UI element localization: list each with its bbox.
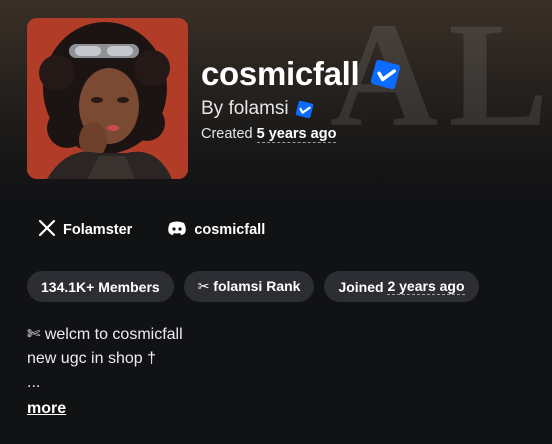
group-description: ✄ welcm to cosmicfall new ugc in shop †..…	[27, 323, 183, 395]
social-link-x[interactable]: Folamster	[38, 219, 132, 241]
discord-icon	[167, 220, 194, 240]
social-link-label: cosmicfall	[194, 222, 266, 238]
joined-value: 2 years ago	[387, 278, 465, 295]
description-line: ✄ welcm to cosmicfall	[27, 326, 183, 343]
owner-verified-badge-icon	[295, 100, 314, 119]
more-link[interactable]: more	[27, 400, 66, 418]
group-name: cosmicfall	[201, 55, 360, 92]
x-icon	[38, 219, 63, 241]
social-links: Folamster cosmicfall	[38, 219, 300, 241]
group-owner[interactable]: By folamsi	[201, 98, 289, 120]
members-count-pill[interactable]: 134.1K+ Members	[27, 271, 174, 302]
rank-label: ✂ folamsi Rank	[197, 278, 301, 294]
description-line: ...	[27, 374, 41, 391]
group-icon	[27, 18, 188, 179]
rank-pill[interactable]: ✂ folamsi Rank	[183, 271, 315, 302]
created-label: Created	[201, 126, 253, 142]
social-link-label: Folamster	[63, 222, 133, 238]
created-info: Created 5 years ago	[201, 126, 337, 143]
description-line: new ugc in shop †	[27, 350, 156, 367]
verified-badge-icon	[369, 58, 402, 91]
created-value: 5 years ago	[256, 126, 337, 143]
joined-pill: Joined 2 years ago	[324, 271, 479, 302]
group-stats: 134.1K+ Members ✂ folamsi Rank Joined 2 …	[27, 271, 489, 302]
members-count: 134.1K+ Members	[41, 278, 160, 295]
joined-label: Joined	[338, 278, 384, 295]
social-link-discord[interactable]: cosmicfall	[167, 220, 265, 240]
